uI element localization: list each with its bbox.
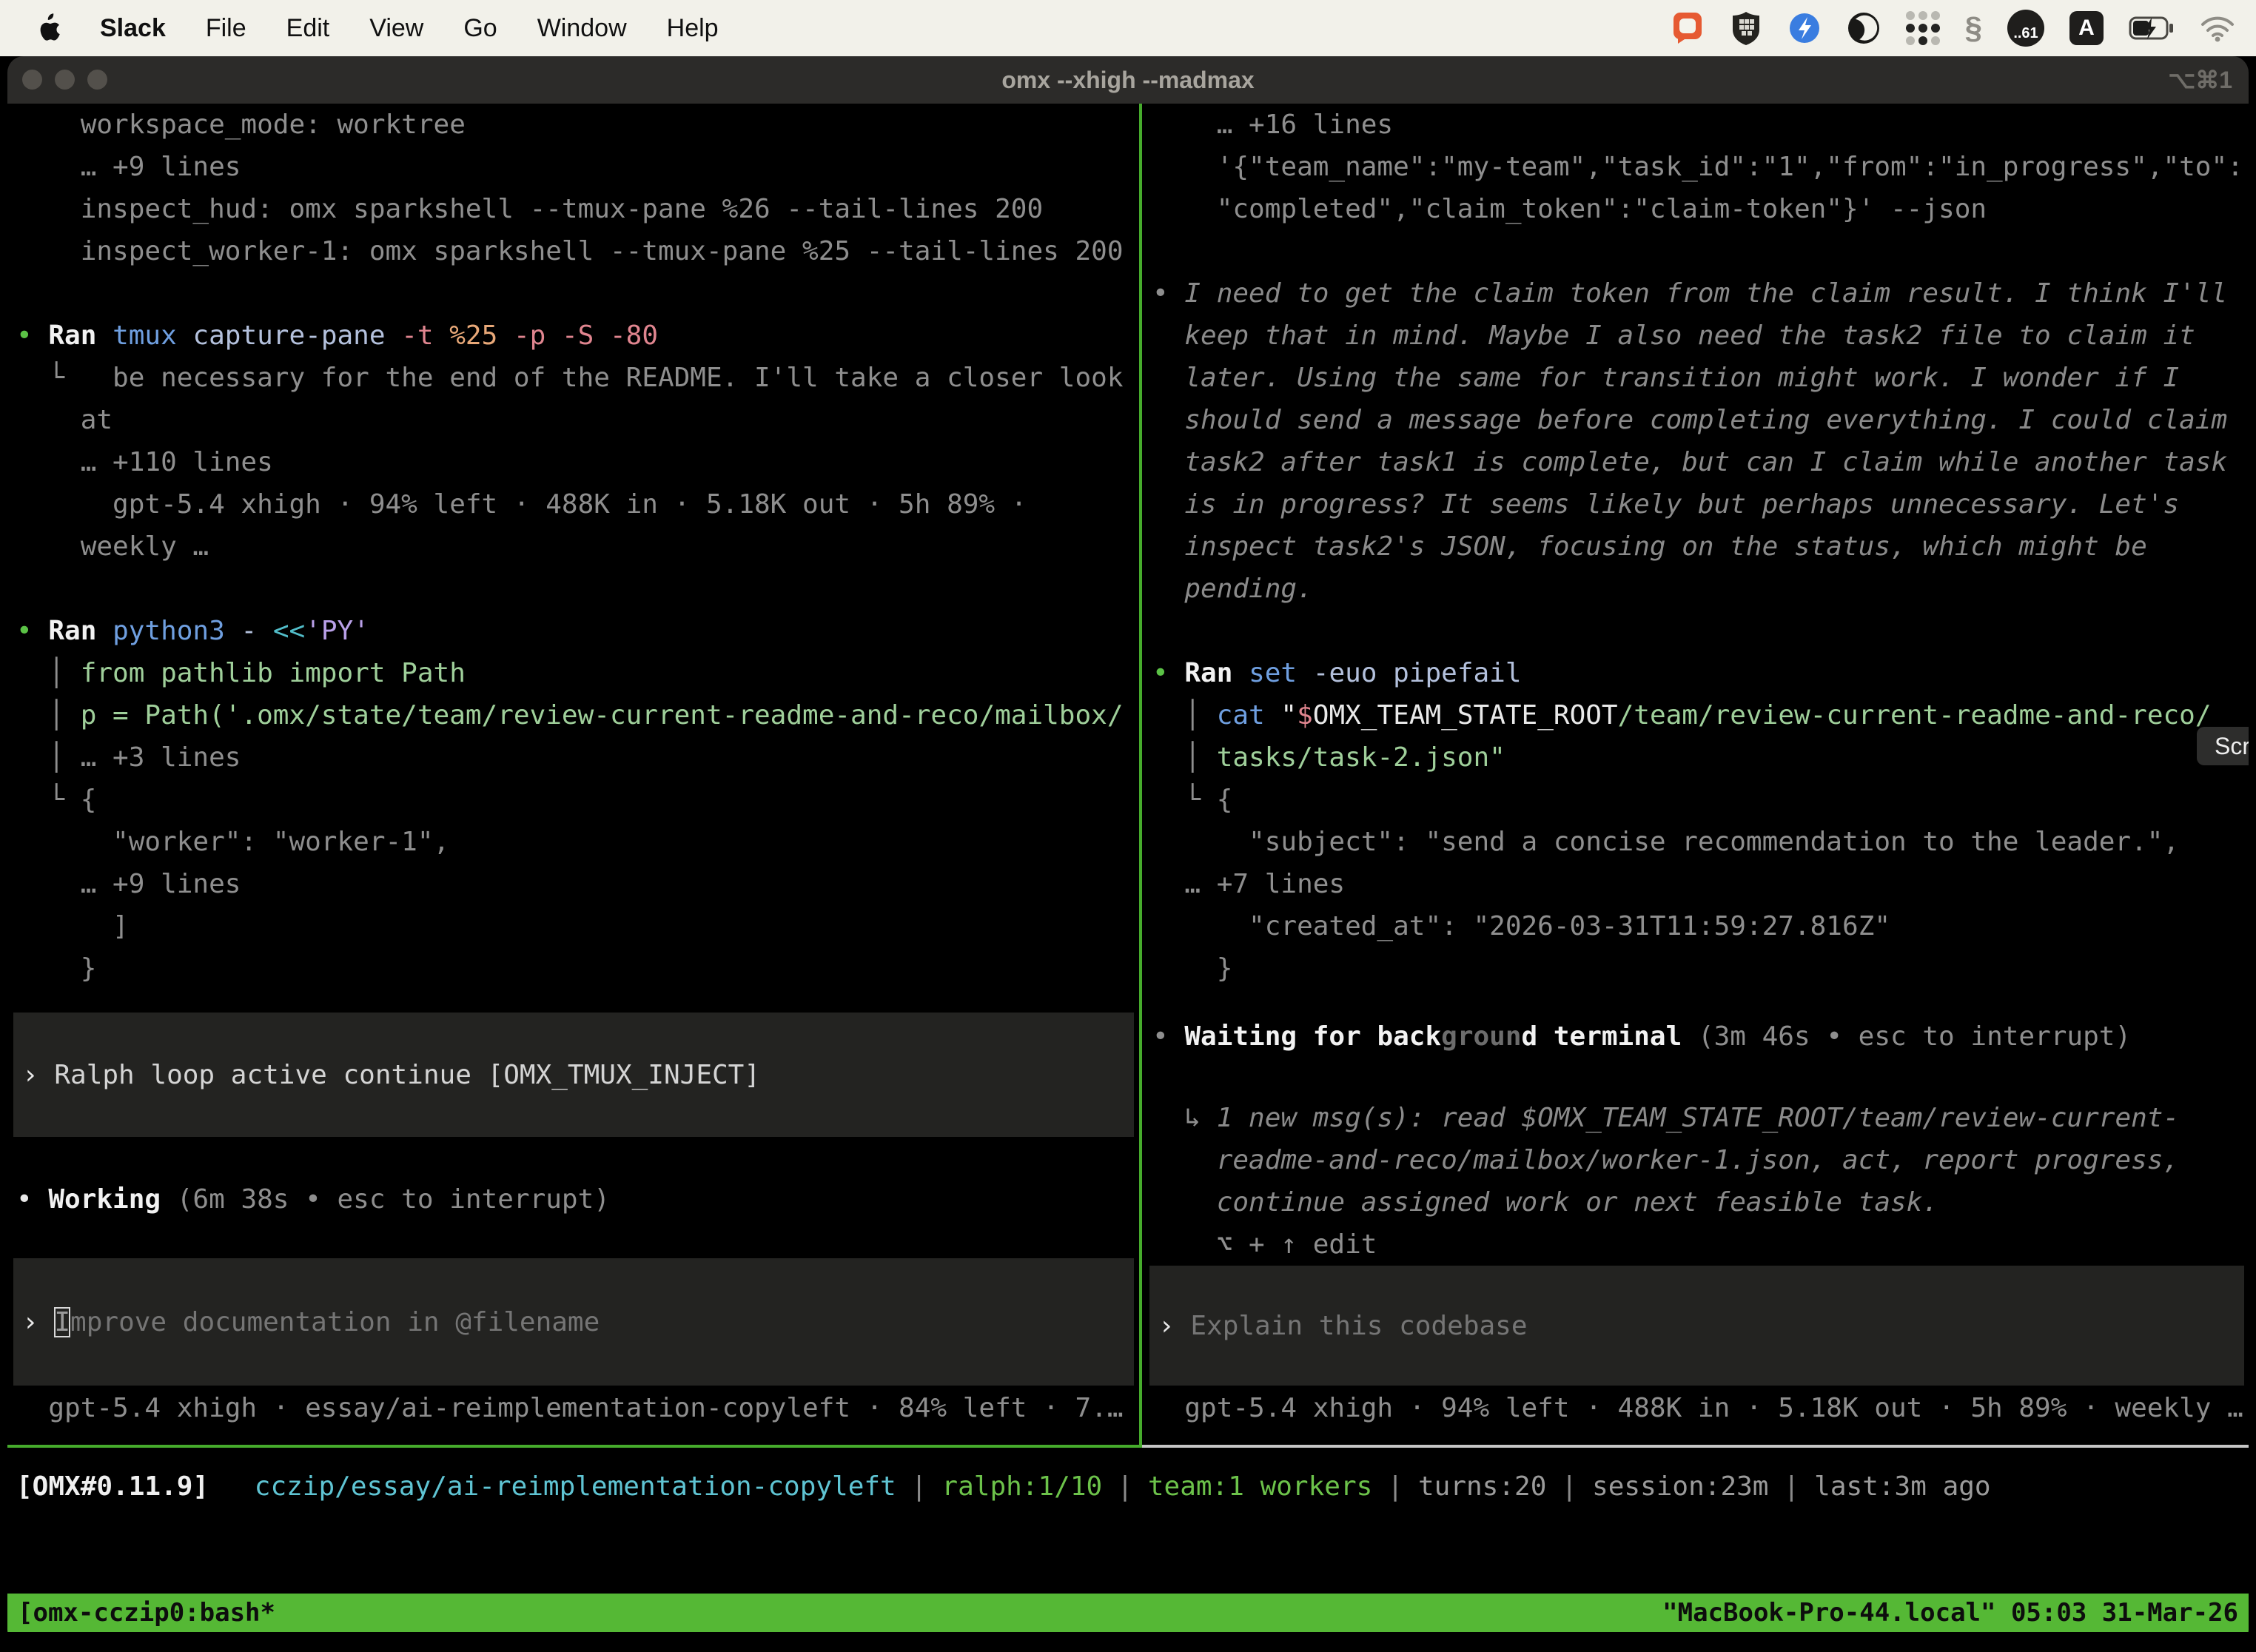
blank-line xyxy=(7,272,1138,315)
terminal-line: } xyxy=(7,947,1138,990)
terminal-line: inspect task2's JSON, focusing on the st… xyxy=(1144,526,2249,568)
left-terminal-pane[interactable]: workspace_mode: worktree … +9 lines insp… xyxy=(7,104,1138,1445)
omx-version: [OMX#0.11.9] xyxy=(16,1471,209,1502)
privacy-shield-icon[interactable] xyxy=(1730,10,1762,46)
terminal-line: readme-and-reco/mailbox/worker-1.json, a… xyxy=(1144,1139,2249,1181)
pane-divider[interactable] xyxy=(1139,104,1142,1448)
terminal-line: pending. xyxy=(1144,568,2249,610)
terminal-line: keep that in mind. Maybe I also need the… xyxy=(1144,315,2249,357)
terminal-line: later. Using the same for transition mig… xyxy=(1144,357,2249,399)
terminal-line: gpt-5.4 xhigh · 94% left · 488K in · 5.1… xyxy=(1144,1387,2249,1429)
terminal-line: • I need to get the claim token from the… xyxy=(1144,272,2249,315)
terminal-line: inspect_hud: omx sparkshell --tmux-pane … xyxy=(7,188,1138,230)
terminal-line: └ { xyxy=(1144,779,2249,821)
moon-app-icon[interactable] xyxy=(1847,11,1881,45)
blank-line xyxy=(1144,610,2249,652)
terminal-window: omx --xhigh --madmax ⌥⌘1 workspace_mode:… xyxy=(7,56,2249,1642)
terminal-line: • Ran tmux capture-pane -t %25 -p -S -80 xyxy=(7,315,1138,357)
grid-dots-icon[interactable] xyxy=(1906,11,1940,45)
tmux-status-bar: [omx-cczip0:bash* "MacBook-Pro-44.local"… xyxy=(7,1594,2249,1632)
terminal-line: workspace_mode: worktree xyxy=(7,104,1138,146)
terminal-line: task2 after task1 is complete, but can I… xyxy=(1144,441,2249,483)
terminal-line: • Working (6m 38s • esc to interrupt) xyxy=(7,1178,1138,1220)
menu-bar: Slack File Edit View Go Window Help § ..… xyxy=(0,0,2256,56)
terminal-line: └ { xyxy=(7,779,1138,821)
terminal-line: │ tasks/task-2.json" xyxy=(1144,736,2249,779)
tmux-session-name[interactable]: [omx-cczip0:bash* xyxy=(18,1598,275,1628)
wifi-icon[interactable] xyxy=(2200,14,2235,42)
terminal-line: • Ran set -euo pipefail xyxy=(1144,652,2249,694)
timer-badge-icon[interactable]: ..61 xyxy=(2007,10,2044,47)
blank-line xyxy=(1144,230,2249,272)
title-bar[interactable]: omx --xhigh --madmax ⌥⌘1 xyxy=(7,56,2249,104)
terminal-line: continue assigned work or next feasible … xyxy=(1144,1181,2249,1223)
tmux-host-clock: "MacBook-Pro-44.local" 05:03 31-Mar-26 xyxy=(1662,1598,2238,1628)
omx-team-workers: team:1 workers xyxy=(1148,1471,1372,1502)
menu-edit[interactable]: Edit xyxy=(266,14,350,43)
left-pane-bottom-border xyxy=(7,1445,1142,1448)
terminal-line: "subject": "send a concise recommendatio… xyxy=(1144,821,2249,863)
terminal-line: gpt-5.4 xhigh · 94% left · 488K in · 5.1… xyxy=(7,483,1138,526)
prompt-text: › Improve documentation in @filename xyxy=(13,1301,600,1343)
terminal-line: } xyxy=(1144,947,2249,990)
terminal-line: … +16 lines xyxy=(1144,104,2249,146)
terminal-line: should send a message before completing … xyxy=(1144,399,2249,441)
screen-share-pill[interactable]: Scre xyxy=(2197,727,2249,765)
speed-bolt-icon[interactable] xyxy=(1787,11,1822,45)
terminal-line: weekly … xyxy=(7,526,1138,568)
omx-turns: turns:20 xyxy=(1418,1471,1546,1502)
terminal-line: … +110 lines xyxy=(7,441,1138,483)
app-menu-slack[interactable]: Slack xyxy=(80,14,186,43)
terminal-line: "created_at": "2026-03-31T11:59:27.816Z" xyxy=(1144,905,2249,947)
terminal-line: inspect_worker-1: omx sparkshell --tmux-… xyxy=(7,230,1138,272)
menu-help[interactable]: Help xyxy=(647,14,739,43)
terminal-line: "completed","claim_token":"claim-token"}… xyxy=(1144,188,2249,230)
omx-session-time: session:23m xyxy=(1592,1471,1768,1502)
chat-app-icon[interactable] xyxy=(1671,11,1705,45)
terminal-line: '{"team_name":"my-team","task_id":"1","f… xyxy=(1144,146,2249,188)
terminal-line: … +9 lines xyxy=(7,863,1138,905)
terminal-line: is in progress? It seems likely but perh… xyxy=(1144,483,2249,526)
terminal-line: │ from pathlib import Path xyxy=(7,652,1138,694)
menu-view[interactable]: View xyxy=(349,14,443,43)
input-source-icon[interactable]: A xyxy=(2069,11,2104,45)
apple-logo-icon xyxy=(36,13,61,43)
omx-status-line: [OMX#0.11.9] cczip/essay/ai-reimplementa… xyxy=(7,1465,2249,1508)
terminal-line: │ cat "$OMX_TEAM_STATE_ROOT/team/review-… xyxy=(1144,694,2249,736)
terminal-line: ↳ 1 new msg(s): read $OMX_TEAM_STATE_ROO… xyxy=(1144,1097,2249,1139)
blank-line xyxy=(7,568,1138,610)
terminal-line: at xyxy=(7,399,1138,441)
battery-charging-icon[interactable] xyxy=(2129,15,2175,41)
prompt-input-box[interactable]: › Explain this codebase xyxy=(1149,1266,2244,1386)
apple-menu[interactable] xyxy=(21,13,80,43)
prompt-text: › Ralph loop active continue [OMX_TMUX_I… xyxy=(13,1054,760,1096)
terminal-line: … +9 lines xyxy=(7,146,1138,188)
window-title: omx --xhigh --madmax xyxy=(7,56,2249,104)
omx-last-activity: last:3m ago xyxy=(1814,1471,1990,1502)
menu-window[interactable]: Window xyxy=(517,14,647,43)
terminal-line: • Ran python3 - <<'PY' xyxy=(7,610,1138,652)
prompt-text: › Explain this codebase xyxy=(1149,1305,1528,1347)
menu-file[interactable]: File xyxy=(186,14,266,43)
terminal-line: └ be necessary for the end of the README… xyxy=(7,357,1138,399)
hook-utility-icon[interactable]: § xyxy=(1965,10,1982,46)
terminal-line: ] xyxy=(7,905,1138,947)
terminal-line: • Waiting for background terminal (3m 46… xyxy=(1144,1015,2249,1058)
prompt-input-box[interactable]: › Ralph loop active continue [OMX_TMUX_I… xyxy=(13,1013,1134,1137)
omx-ralph-counter: ralph:1/10 xyxy=(941,1471,1102,1502)
terminal-line: │ p = Path('.omx/state/team/review-curre… xyxy=(7,694,1138,736)
terminal-line: │ … +3 lines xyxy=(7,736,1138,779)
terminal-line: gpt-5.4 xhigh · essay/ai-reimplementatio… xyxy=(7,1387,1138,1429)
prompt-input-box[interactable]: › Improve documentation in @filename xyxy=(13,1258,1134,1386)
right-terminal-pane[interactable]: … +16 lines '{"team_name":"my-team","tas… xyxy=(1144,104,2249,1445)
terminal-line: "worker": "worker-1", xyxy=(7,821,1138,863)
terminal-line: ⌥ + ↑ edit xyxy=(1144,1223,2249,1266)
right-pane-bottom-border xyxy=(1142,1445,2249,1448)
window-shortcut-badge: ⌥⌘1 xyxy=(2168,56,2232,104)
menu-go[interactable]: Go xyxy=(443,14,517,43)
terminal-line: … +7 lines xyxy=(1144,863,2249,905)
omx-project: cczip/essay/ai-reimplementation-copyleft xyxy=(255,1471,896,1502)
